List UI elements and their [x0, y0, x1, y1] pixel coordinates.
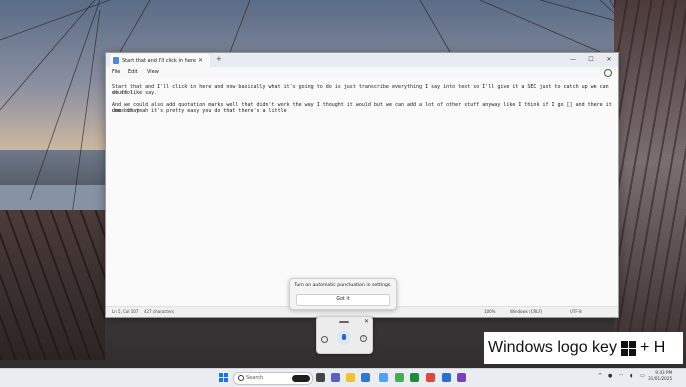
- caption-text: Windows logo key: [488, 339, 617, 356]
- bridge-left-structure: [0, 210, 105, 360]
- taskbar: Search ^ ● ◠ ◖ ▭ 9:43 PM 31/01/2025: [0, 368, 686, 387]
- help-icon[interactable]: ?: [360, 335, 367, 342]
- maximize-button[interactable]: ☐: [582, 53, 600, 67]
- status-line-ending: Windows (CRLF): [510, 309, 543, 314]
- window-controls: — ☐ ✕: [564, 53, 618, 67]
- app-icon-purple[interactable]: [457, 373, 466, 382]
- notepad-taskbar-icon[interactable]: [379, 373, 388, 382]
- chrome-icon[interactable]: [426, 373, 435, 382]
- battery-icon[interactable]: ▭: [640, 373, 645, 379]
- file-explorer-icon[interactable]: [346, 373, 355, 382]
- text-editor[interactable]: Start that and I'll click in here and no…: [106, 79, 618, 307]
- wifi-icon[interactable]: ◠: [619, 373, 623, 379]
- minimize-button[interactable]: —: [564, 53, 582, 67]
- shortcut-caption: Windows logo key + H: [484, 332, 683, 364]
- teams-icon[interactable]: [331, 373, 340, 382]
- start-button[interactable]: [219, 373, 228, 382]
- app-icon-green[interactable]: [395, 373, 404, 382]
- settings-gear-icon[interactable]: [604, 69, 612, 77]
- menu-edit[interactable]: Edit: [128, 69, 138, 75]
- text-line: stuff like say.: [112, 90, 158, 96]
- voice-settings-icon[interactable]: [321, 336, 328, 343]
- punctuation-popup: Turn on automatic punctuation in setting…: [289, 278, 397, 310]
- microphone-button[interactable]: [337, 331, 351, 345]
- drag-handle[interactable]: [339, 321, 349, 323]
- close-button[interactable]: ✕: [600, 53, 618, 67]
- menu-file[interactable]: File: [112, 69, 120, 75]
- got-it-button[interactable]: Got it: [296, 294, 390, 306]
- text-line: umm but yeah it's pretty easy you do tha…: [112, 108, 287, 114]
- tab-title: Start that and I'll click in here a: [122, 57, 196, 64]
- volume-icon[interactable]: ◖: [630, 373, 633, 379]
- edge-icon[interactable]: [361, 373, 370, 382]
- status-zoom: 100%: [484, 309, 496, 314]
- taskbar-search[interactable]: Search: [233, 372, 313, 385]
- notepad-icon: [113, 57, 119, 64]
- caption-suffix: + H: [639, 339, 666, 356]
- tab-close-icon[interactable]: ✕: [198, 57, 203, 64]
- tray-app-icon[interactable]: ●: [608, 373, 612, 379]
- new-tab-button[interactable]: +: [216, 55, 222, 63]
- voice-typing-widget: ✕ ?: [316, 316, 373, 354]
- status-characters: 427 characters: [144, 309, 175, 314]
- menu-bar: File Edit View: [106, 67, 618, 79]
- status-position: Ln 5, Col 107: [112, 309, 139, 314]
- bridge-right-structure: [614, 0, 686, 360]
- status-encoding: UTF-8: [570, 309, 582, 314]
- clock-date: 31/01/2025: [648, 376, 673, 381]
- app-icon-blue[interactable]: [442, 373, 451, 382]
- task-view-icon[interactable]: [316, 373, 325, 382]
- search-icon: [238, 375, 244, 381]
- tray-chevron-icon[interactable]: ^: [598, 373, 602, 379]
- windows-logo-icon: [620, 340, 636, 356]
- search-highlight-badge: [292, 374, 310, 382]
- tab-document[interactable]: Start that and I'll click in here a ✕: [110, 54, 210, 67]
- menu-view[interactable]: View: [147, 69, 159, 75]
- tab-bar: Start that and I'll click in here a ✕ + …: [106, 53, 618, 67]
- popup-message: Turn on automatic punctuation in setting…: [294, 283, 392, 288]
- system-clock[interactable]: 9:43 PM 31/01/2025: [648, 370, 672, 382]
- excel-icon[interactable]: [410, 373, 419, 382]
- search-placeholder: Search: [246, 375, 264, 381]
- voice-close-icon[interactable]: ✕: [364, 318, 369, 325]
- microphone-icon: [342, 334, 346, 340]
